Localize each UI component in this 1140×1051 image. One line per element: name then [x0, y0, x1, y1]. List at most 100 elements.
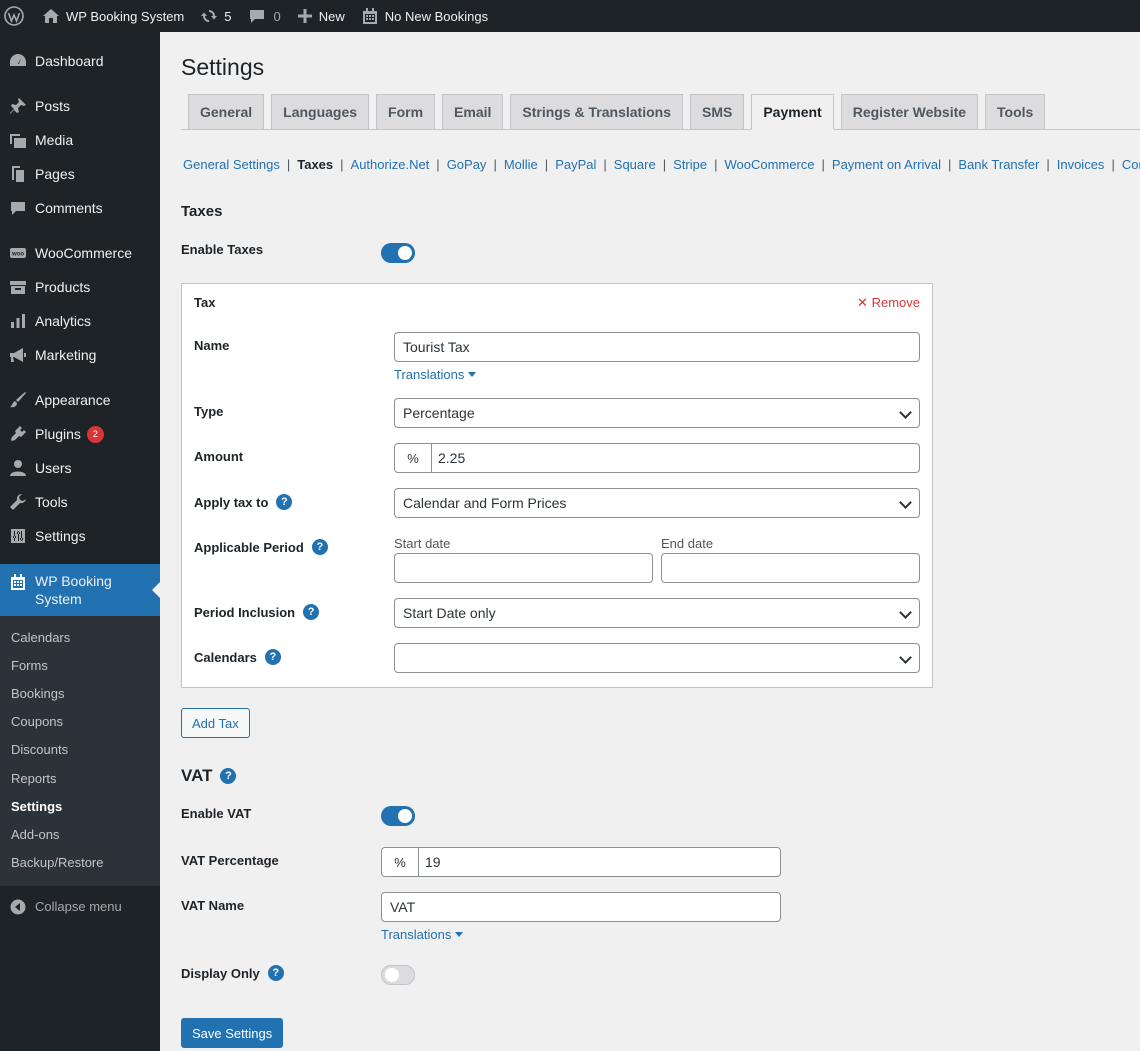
tax-amount-label: Amount — [194, 449, 244, 464]
collapse-menu-button[interactable]: Collapse menu — [0, 890, 160, 924]
submenu-settings[interactable]: Settings — [0, 792, 160, 820]
tax-type-select[interactable]: Percentage — [394, 398, 920, 428]
apply-tax-select[interactable]: Calendar and Form Prices — [394, 488, 920, 518]
submenu-backup-restore[interactable]: Backup/Restore — [0, 849, 160, 877]
pages-icon — [8, 164, 28, 184]
subnav-square[interactable]: Square — [614, 157, 656, 172]
display-only-toggle[interactable] — [381, 965, 415, 985]
end-date-input[interactable] — [661, 553, 920, 583]
enable-vat-label: Enable VAT — [181, 806, 252, 821]
menu-label: Settings — [35, 528, 86, 544]
menu-marketing[interactable]: Marketing — [0, 338, 160, 372]
tax-name-input[interactable]: Tourist Tax — [394, 332, 920, 362]
subnav-bank-transfer[interactable]: Bank Transfer — [958, 157, 1039, 172]
menu-wp-booking-system[interactable]: WP Booking System — [0, 564, 160, 616]
help-icon[interactable]: ? — [264, 649, 281, 665]
vat-name-translations-link[interactable]: Translations — [381, 927, 464, 942]
tax-amount-input[interactable]: % 2.25 — [394, 443, 920, 473]
updates-link[interactable]: 5 — [192, 0, 239, 32]
display-only-label: Display Only? — [181, 965, 284, 981]
enable-vat-toggle[interactable] — [381, 806, 415, 826]
tab-register-website[interactable]: Register Website — [840, 94, 979, 129]
save-settings-button[interactable]: Save Settings — [181, 1018, 284, 1048]
new-content-link[interactable]: New — [289, 0, 353, 32]
add-tax-button[interactable]: Add Tax — [181, 708, 250, 738]
percent-prefix: % — [382, 848, 419, 876]
media-icon — [8, 130, 28, 150]
start-date-input[interactable] — [394, 553, 653, 583]
period-inclusion-select[interactable]: Start Date only — [394, 598, 920, 628]
user-icon — [8, 458, 28, 478]
bookings-link[interactable]: No New Bookings — [353, 0, 496, 32]
help-icon[interactable]: ? — [267, 965, 284, 981]
subnav-invoices[interactable]: Invoices — [1057, 157, 1105, 172]
tab-payment[interactable]: Payment — [751, 94, 834, 130]
help-icon[interactable]: ? — [311, 539, 328, 555]
menu-tools[interactable]: Tools — [0, 485, 160, 519]
comments-link[interactable]: 0 — [240, 0, 289, 32]
vat-name-input[interactable]: VAT — [381, 892, 781, 922]
tab-tools[interactable]: Tools — [985, 94, 1046, 129]
submenu-forms[interactable]: Forms — [0, 651, 160, 679]
tab-general[interactable]: General — [188, 94, 265, 129]
menu-label: Plugins — [35, 426, 81, 442]
tab-form[interactable]: Form — [376, 94, 436, 129]
tax-name-translations-link[interactable]: Translations — [394, 367, 477, 382]
help-icon[interactable]: ? — [276, 494, 293, 510]
help-icon[interactable]: ? — [303, 604, 320, 620]
tab-sms[interactable]: SMS — [690, 94, 745, 129]
calendars-select[interactable] — [394, 643, 920, 673]
menu-plugins[interactable]: Plugins 2 — [0, 417, 160, 451]
tax-card-title: Tax — [194, 295, 216, 310]
subnav-authorize-net[interactable]: Authorize.Net — [351, 157, 430, 172]
submenu-discounts[interactable]: Discounts — [0, 736, 160, 764]
menu-users[interactable]: Users — [0, 451, 160, 485]
subnav-mollie[interactable]: Mollie — [504, 157, 538, 172]
apply-tax-label: Apply tax to? — [194, 494, 293, 510]
tab-languages[interactable]: Languages — [271, 94, 370, 129]
submenu-calendars[interactable]: Calendars — [0, 623, 160, 651]
vat-percentage-input[interactable]: % 19 — [381, 847, 781, 877]
subnav-woocommerce[interactable]: WooCommerce — [724, 157, 814, 172]
menu-analytics[interactable]: Analytics — [0, 304, 160, 338]
menu-label: Analytics — [35, 313, 92, 329]
menu-label: Tools — [35, 494, 68, 510]
tab-email[interactable]: Email — [442, 94, 504, 129]
tab-strings-translations[interactable]: Strings & Translations — [510, 94, 683, 129]
percent-prefix: % — [395, 444, 432, 472]
menu-dashboard[interactable]: Dashboard — [0, 44, 160, 78]
site-name-link[interactable]: WP Booking System — [34, 0, 192, 32]
menu-comments[interactable]: Comments — [0, 191, 160, 225]
enable-taxes-toggle[interactable] — [381, 243, 415, 263]
menu-label: Marketing — [35, 347, 97, 363]
comment-icon — [8, 198, 28, 218]
subnav-paypal[interactable]: PayPal — [555, 157, 596, 172]
submenu-coupons[interactable]: Coupons — [0, 708, 160, 736]
menu-products[interactable]: Products — [0, 270, 160, 304]
menu-appearance[interactable]: Appearance — [0, 383, 160, 417]
megaphone-icon — [8, 345, 28, 365]
help-icon[interactable]: ? — [220, 768, 237, 784]
menu-posts[interactable]: Posts — [0, 89, 160, 123]
subnav-payment-on-arrival[interactable]: Payment on Arrival — [832, 157, 941, 172]
vat-percentage-value: 19 — [425, 854, 441, 870]
subnav-contracts[interactable]: Contracts — [1122, 157, 1140, 172]
menu-settings[interactable]: Settings — [0, 519, 160, 553]
subnav-taxes[interactable]: Taxes — [297, 157, 333, 172]
tax-type-label: Type — [194, 404, 224, 419]
submenu-reports[interactable]: Reports — [0, 764, 160, 792]
subnav-general-settings[interactable]: General Settings — [183, 157, 280, 172]
menu-media[interactable]: Media — [0, 123, 160, 157]
menu-woocommerce[interactable]: woo WooCommerce — [0, 236, 160, 270]
wordpress-logo-icon[interactable] — [0, 0, 34, 32]
submenu-bookings[interactable]: Bookings — [0, 679, 160, 707]
comment-icon — [249, 10, 264, 23]
remove-tax-button[interactable]: ✕ Remove — [857, 295, 920, 311]
admin-sidebar: Dashboard Posts Media Pages Comments woo… — [0, 32, 160, 1051]
payment-subnav: General Settings | Taxes | Authorize.Net | … — [183, 157, 1140, 172]
subnav-gopay[interactable]: GoPay — [447, 157, 487, 172]
menu-pages[interactable]: Pages — [0, 157, 160, 191]
subnav-stripe[interactable]: Stripe — [673, 157, 707, 172]
submenu-add-ons[interactable]: Add-ons — [0, 820, 160, 848]
start-date-label: Start date — [394, 536, 451, 551]
